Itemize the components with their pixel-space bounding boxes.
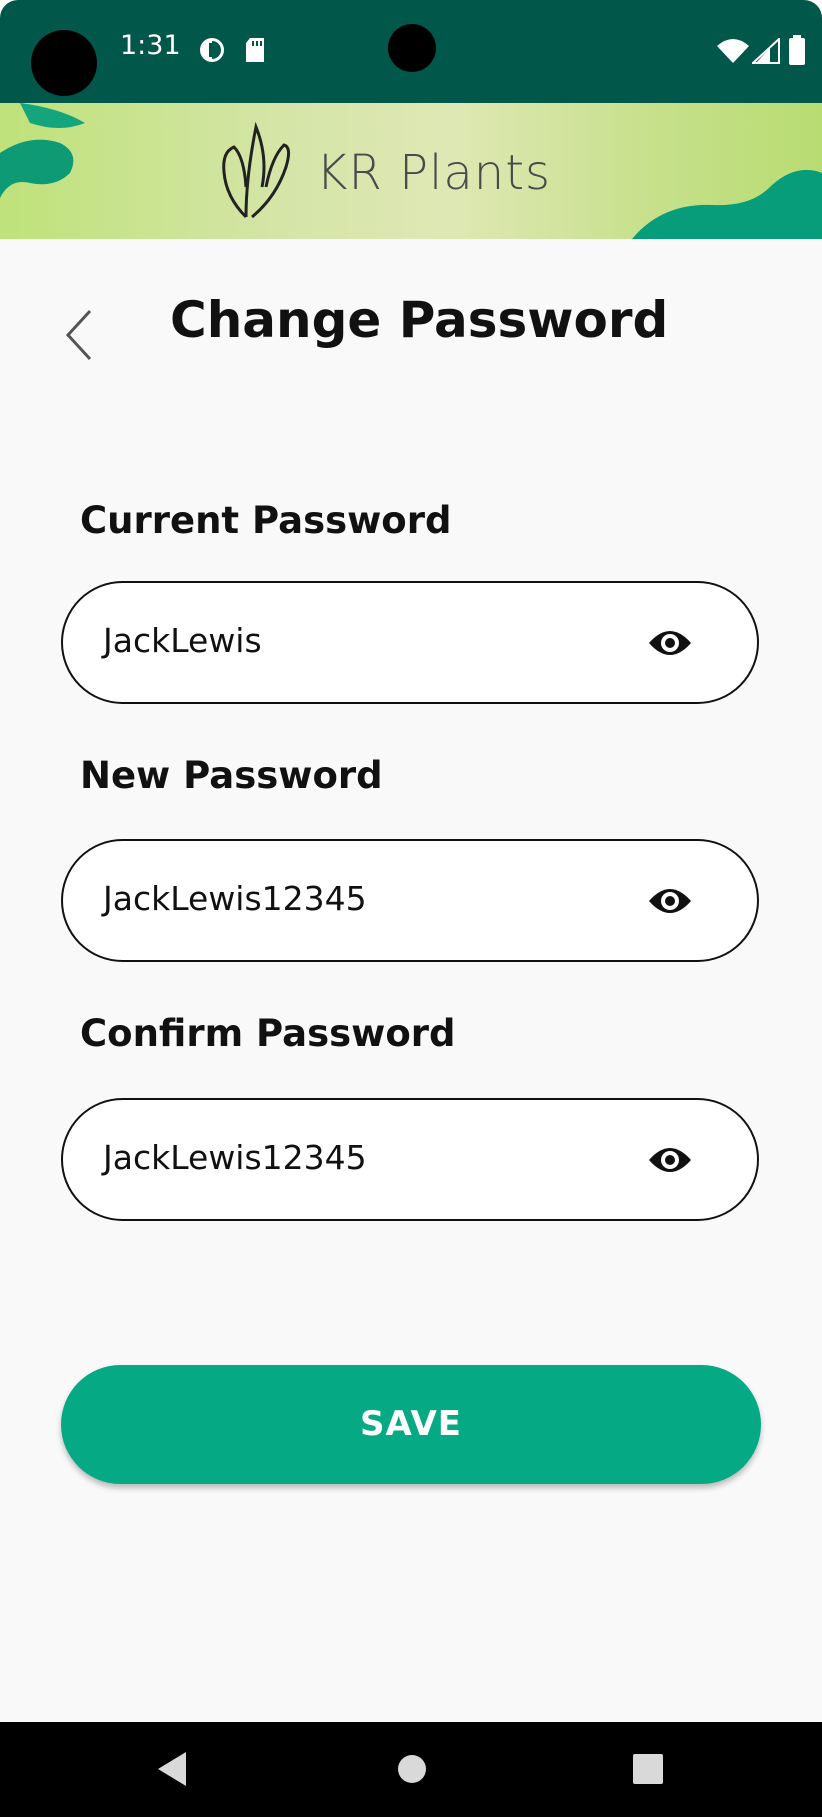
wifi-icon — [717, 39, 749, 63]
save-button[interactable]: SAVE — [61, 1365, 761, 1484]
camera-cutout — [31, 30, 97, 96]
recents-square-icon[interactable] — [632, 1750, 664, 1788]
change-password-screen: Change Password Current Password JackLew… — [0, 239, 822, 1722]
eye-icon[interactable] — [647, 1140, 693, 1180]
brand-name: KR Plants — [316, 145, 552, 201]
plant-logo-icon — [222, 121, 291, 219]
home-circle-icon[interactable] — [396, 1750, 428, 1788]
current-password-label: Current Password — [80, 499, 452, 542]
back-button[interactable] — [52, 291, 112, 371]
sd-card-icon — [246, 38, 264, 62]
signal-icon — [752, 38, 780, 64]
current-password-field[interactable]: JackLewis — [61, 581, 759, 704]
eye-icon[interactable] — [647, 623, 693, 663]
leaf-decoration-left — [0, 103, 85, 198]
data-saver-icon — [200, 38, 224, 62]
new-password-field[interactable]: JackLewis12345 — [61, 839, 759, 962]
confirm-password-label: Confirm Password — [80, 1012, 456, 1055]
status-time: 1:31 — [120, 30, 181, 61]
new-password-label: New Password — [80, 754, 383, 797]
battery-icon — [789, 35, 805, 65]
brand-banner: KR Plants — [0, 103, 822, 239]
phone-screen: 1:31 KR Plants Change Password Current P… — [0, 0, 822, 1817]
current-password-value: JackLewis — [103, 621, 262, 660]
eye-icon[interactable] — [647, 881, 693, 921]
system-nav-bar — [0, 1722, 822, 1817]
front-camera — [388, 24, 436, 72]
new-password-value: JackLewis12345 — [103, 879, 367, 918]
status-bar: 1:31 — [0, 0, 822, 103]
page-title: Change Password — [170, 291, 669, 349]
confirm-password-field[interactable]: JackLewis12345 — [61, 1098, 759, 1221]
leaf-decoration-right — [632, 169, 822, 239]
confirm-password-value: JackLewis12345 — [103, 1138, 367, 1177]
back-triangle-icon[interactable] — [156, 1750, 188, 1788]
